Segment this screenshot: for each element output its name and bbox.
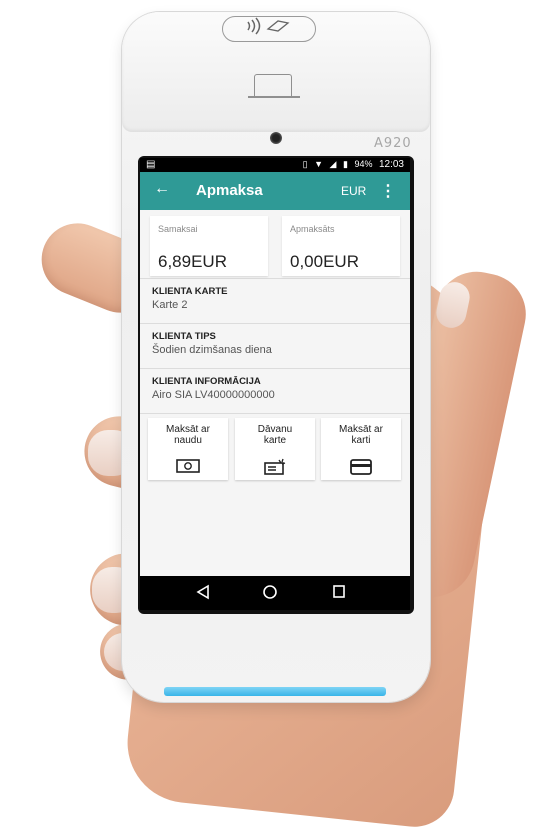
paid-card: Apmaksāts 0,00EUR [282,216,400,276]
info-client-card[interactable]: KLIENTA KARTE Karte 2 [140,278,410,323]
info-heading: KLIENTA TIPS [152,331,216,342]
payment-methods: Maksāt ar naudu Dāvanu karte Maksāt ar kart… [140,413,410,484]
pay-card-button[interactable]: Maksāt ar karti [321,418,401,480]
app-bar: ← Apmaksa EUR ⋮ [140,172,410,210]
paid-label: Apmaksāts [290,224,335,234]
total-amount: 6,89EUR [158,252,227,271]
paid-amount: 0,00EUR [290,252,359,271]
contactless-icon [222,16,316,42]
android-nav-bar [140,576,410,610]
receipt-icon [254,74,292,97]
total-label: Samaksai [158,224,198,234]
pay-gift-card-button[interactable]: Dāvanu karte [235,418,315,480]
total-card: Samaksai 6,89EUR [150,216,268,276]
gift-card-icon [264,458,286,475]
pay-label: Maksāt ar karti [339,424,383,446]
battery-level: 94% [354,159,373,169]
status-led-bar [164,687,386,696]
banknote-icon [176,459,200,473]
info-heading: KLIENTA KARTE [152,286,228,297]
back-arrow-icon[interactable]: ← [154,180,170,198]
status-right: ▯ ▼ ◢ ▮ 94% 12:03 [299,159,404,170]
info-value: Airo SIA LV40000000000 [152,389,275,401]
vibrate-icon: ▯ [302,159,308,169]
brand-logo: A920 [374,136,412,151]
info-heading: KLIENTA INFORMĀCIJA [152,376,261,387]
notification-icon: ▤ [146,159,156,170]
battery-icon: ▮ [342,159,348,169]
nav-home-icon[interactable] [262,584,278,600]
summary-cards: Samaksai 6,89EUR Apmaksāts 0,00EUR [140,210,410,278]
pay-label: Dāvanu karte [257,424,293,446]
camera-lens [270,132,282,144]
currency-button[interactable]: EUR [341,184,366,198]
info-client-details[interactable]: KLIENTA INFORMĀCIJA Airo SIA LV400000000… [140,368,410,413]
paper-slot [248,96,300,98]
terminal-printer-head [122,12,430,132]
info-value: Šodien dzimšanas diena [152,344,272,356]
page-title: Apmaksa [196,182,263,199]
clock: 12:03 [378,159,404,170]
more-vert-icon[interactable]: ⋮ [380,181,396,201]
pay-label: Maksāt ar naudu [166,424,210,446]
status-bar: ▤ ▯ ▼ ◢ ▮ 94% 12:03 [140,158,410,172]
signal-icon: ◢ [329,159,337,169]
nav-recents-icon[interactable] [332,584,346,600]
wifi-icon: ▼ [314,159,324,169]
nav-back-icon[interactable] [196,584,210,600]
app-screen: ▤ ▯ ▼ ◢ ▮ 94% 12:03 ← Apmaksa EUR ⋮ Sama… [140,158,410,610]
info-value: Karte 2 [152,299,188,311]
credit-card-icon [350,459,372,475]
pay-cash-button[interactable]: Maksāt ar naudu [148,418,228,480]
info-client-type[interactable]: KLIENTA TIPS Šodien dzimšanas diena [140,323,410,368]
